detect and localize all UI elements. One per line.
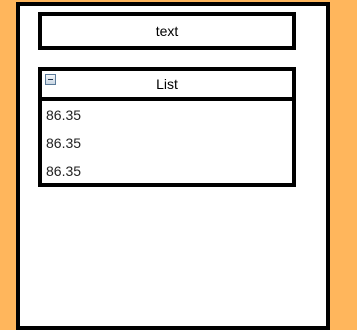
list-header: List	[42, 71, 292, 101]
list-title: List	[156, 76, 178, 92]
list-panel: List 86.35 86.35 86.35	[38, 67, 296, 187]
list-item[interactable]: 86.35	[42, 157, 292, 185]
list-item[interactable]: 86.35	[42, 101, 292, 129]
text-box: text	[38, 12, 296, 50]
collapse-minus-icon[interactable]	[45, 74, 56, 85]
text-box-label: text	[155, 23, 179, 39]
list-item[interactable]: 86.35	[42, 129, 292, 157]
list-items: 86.35 86.35 86.35	[42, 101, 292, 185]
